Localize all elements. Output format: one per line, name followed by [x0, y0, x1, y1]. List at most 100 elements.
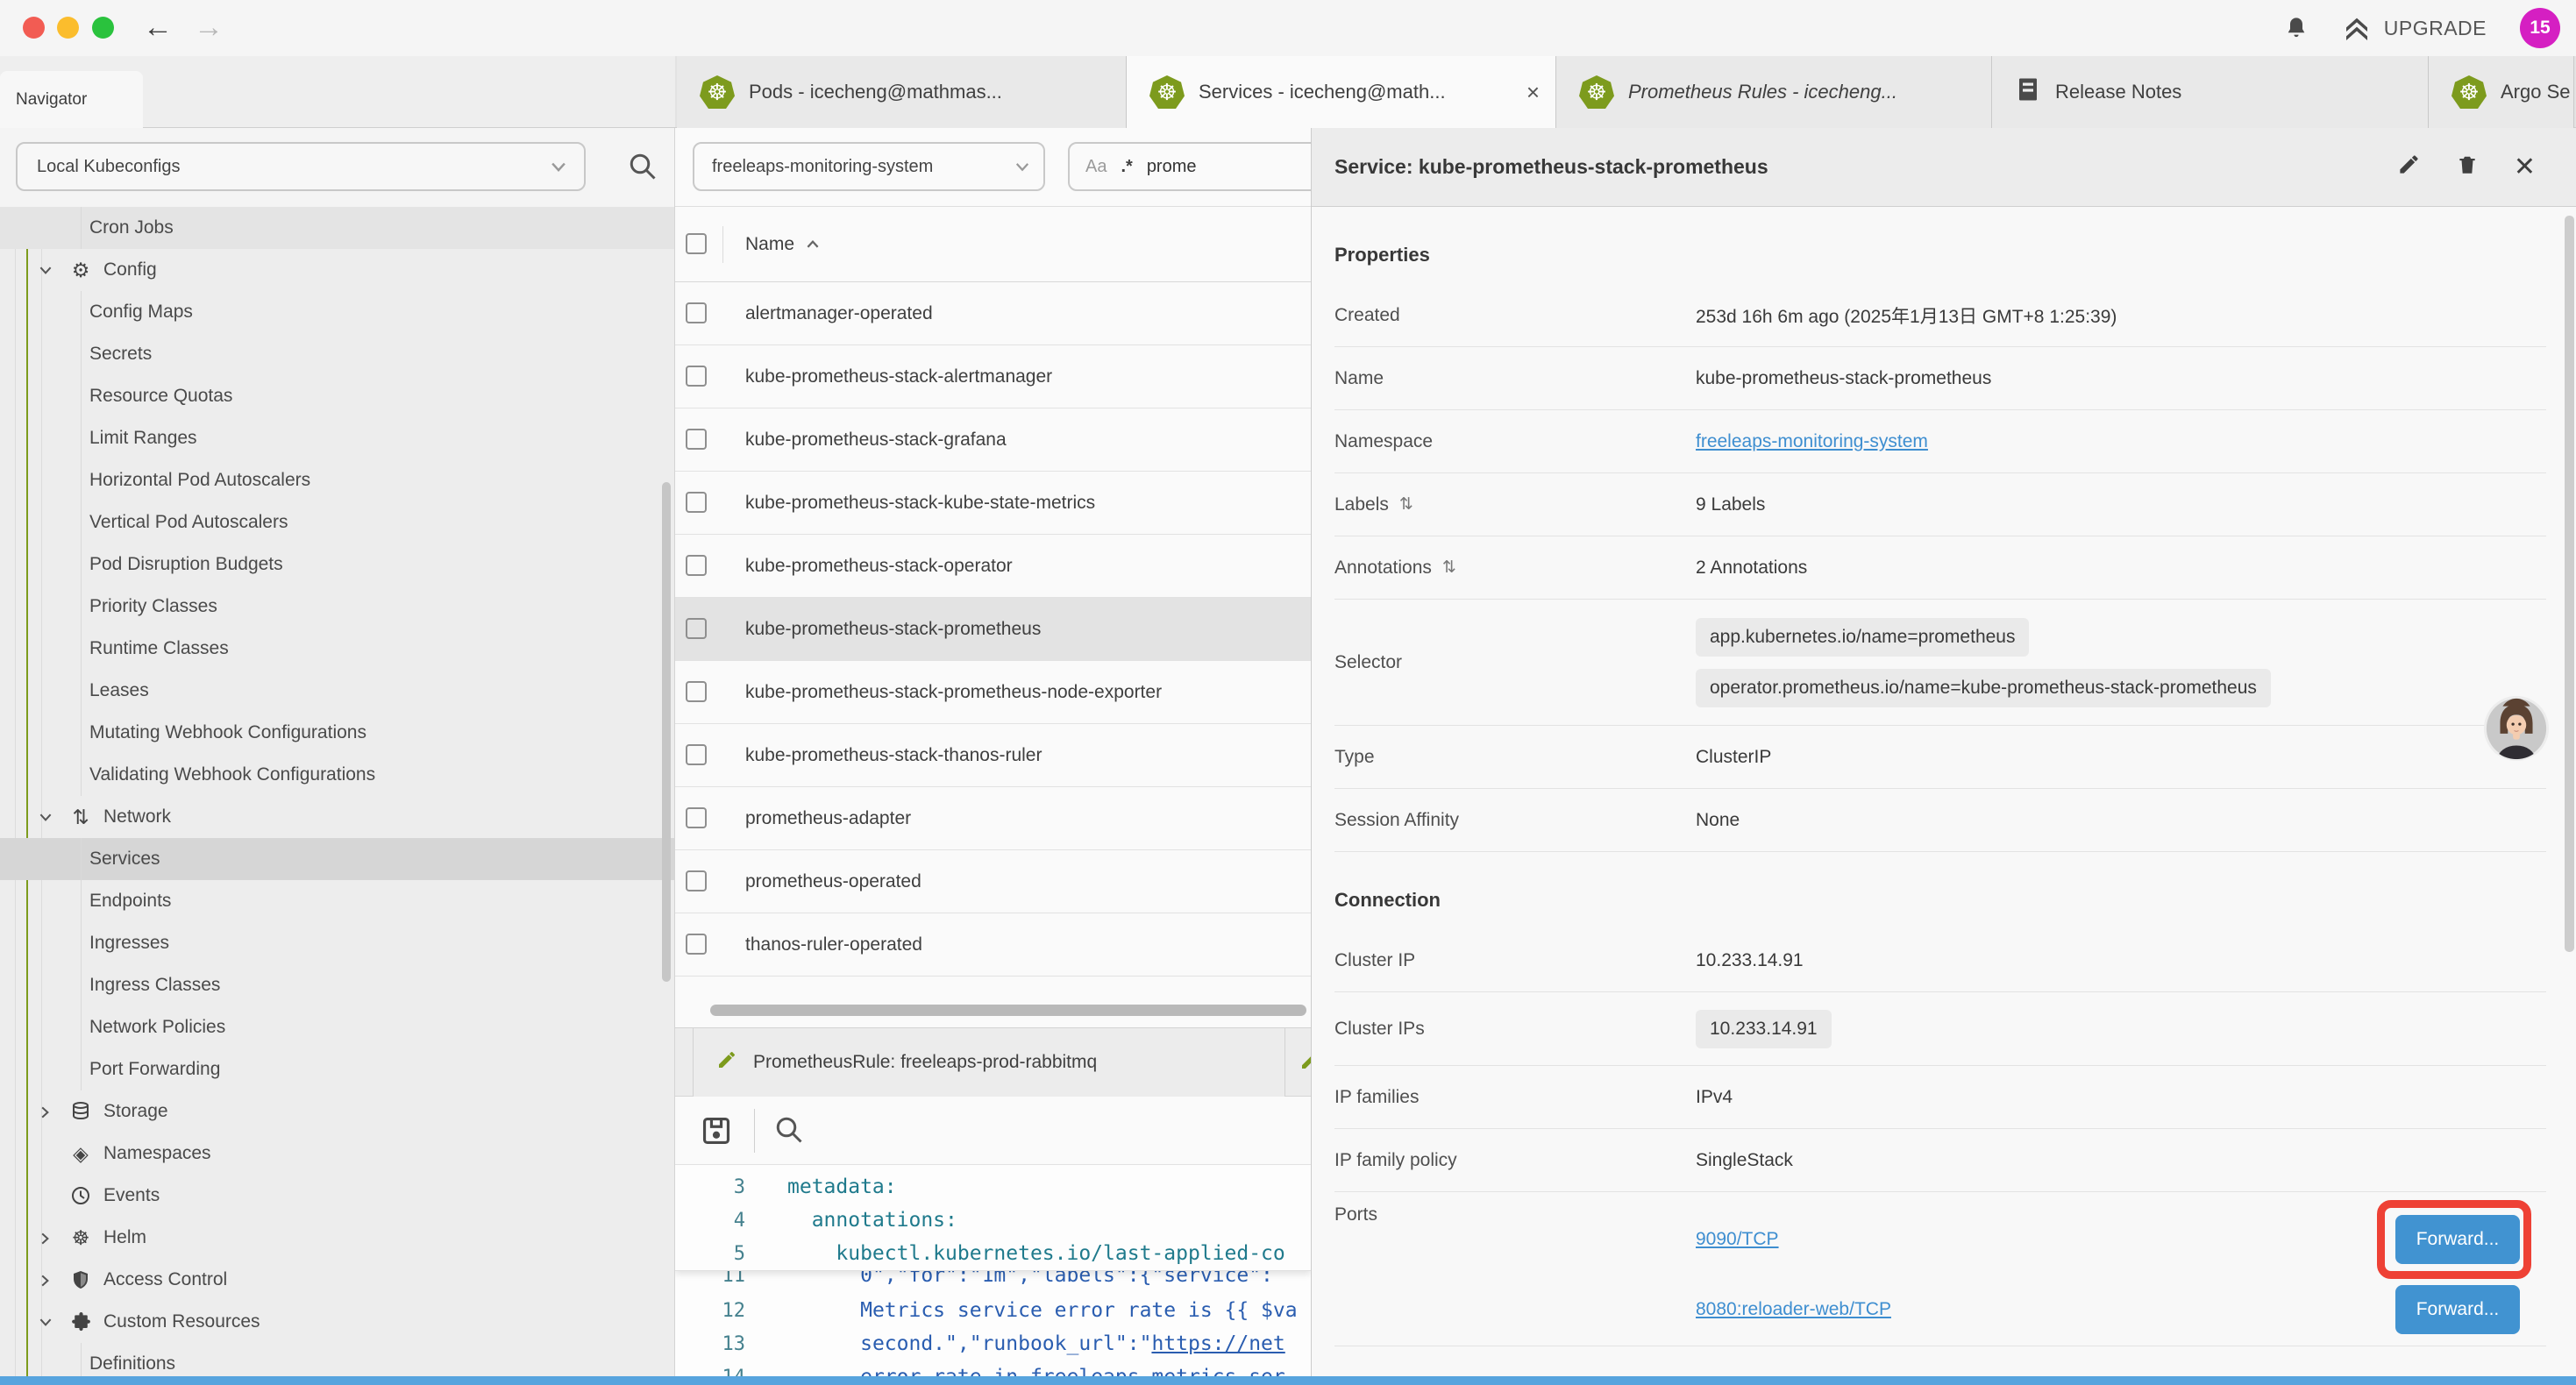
row-checkbox[interactable] — [686, 429, 707, 450]
table-search-input[interactable]: Aa .* prome — [1068, 142, 1311, 191]
sidebar-item-ingresses[interactable]: Ingresses — [0, 922, 674, 964]
sidebar-item-network[interactable]: ⇅Network — [0, 796, 674, 838]
row-checkbox[interactable] — [686, 618, 707, 639]
row-checkbox[interactable] — [686, 934, 707, 955]
sidebar-item-vertical-pod-autoscalers[interactable]: Vertical Pod Autoscalers — [0, 501, 674, 543]
sort-icon[interactable]: ⇅ — [1399, 494, 1413, 515]
sidebar-item-namespaces[interactable]: ◈Namespaces — [0, 1133, 674, 1175]
sidebar-item-label: Mutating Webhook Configurations — [0, 722, 366, 743]
zoom-window-button[interactable] — [92, 17, 114, 39]
notification-count-badge[interactable]: 15 — [2520, 8, 2560, 48]
row-checkbox[interactable] — [686, 870, 707, 891]
sidebar-item-ingress-classes[interactable]: Ingress Classes — [0, 964, 674, 1006]
table-row-alertmanager-operated[interactable]: alertmanager-operated — [675, 282, 1311, 345]
chevron-down-icon[interactable] — [37, 1314, 54, 1330]
delete-icon[interactable] — [2456, 153, 2479, 182]
forward-button[interactable]: Forward... — [2395, 1285, 2520, 1334]
table-row-kube-prometheus-stack-prometheus-node-ex[interactable]: kube-prometheus-stack-prometheus-node-ex… — [675, 661, 1311, 724]
sidebar-item-mutating-webhook-configurations[interactable]: Mutating Webhook Configurations — [0, 712, 674, 754]
close-icon[interactable]: ✕ — [2514, 156, 2536, 179]
table-row-kube-prometheus-stack-thanos-ruler[interactable]: kube-prometheus-stack-thanos-ruler — [675, 724, 1311, 787]
chevron-right-icon[interactable] — [37, 1272, 53, 1289]
sidebar-item-access-control[interactable]: Access Control — [0, 1259, 674, 1301]
upgrade-button[interactable]: UPGRADE — [2342, 14, 2487, 42]
sidebar-item-endpoints[interactable]: Endpoints — [0, 880, 674, 922]
table-row-kube-prometheus-stack-prometheus[interactable]: kube-prometheus-stack-prometheus — [675, 598, 1311, 661]
kubernetes-icon: ☸ — [1579, 75, 1614, 109]
edit-icon[interactable] — [2397, 153, 2421, 181]
namespace-link[interactable]: freeleaps-monitoring-system — [1696, 431, 1928, 451]
sidebar-item-config[interactable]: ⚙Config — [0, 249, 674, 291]
horizontal-scrollbar[interactable] — [675, 1005, 1311, 1017]
sidebar-item-horizontal-pod-autoscalers[interactable]: Horizontal Pod Autoscalers — [0, 459, 674, 501]
port-link[interactable]: 9090/TCP — [1696, 1229, 1779, 1250]
save-icon[interactable] — [700, 1114, 733, 1152]
kubeconfig-selector[interactable]: Local Kubeconfigs — [16, 142, 586, 191]
table-row-kube-prometheus-stack-grafana[interactable]: kube-prometheus-stack-grafana — [675, 408, 1311, 472]
avatar[interactable] — [2482, 694, 2551, 763]
close-icon[interactable]: × — [1526, 79, 1540, 106]
sidebar-item-config-maps[interactable]: Config Maps — [0, 291, 674, 333]
sidebar-item-runtime-classes[interactable]: Runtime Classes — [0, 628, 674, 670]
row-checkbox[interactable] — [686, 366, 707, 387]
row-checkbox[interactable] — [686, 302, 707, 323]
sidebar-item-pod-disruption-budgets[interactable]: Pod Disruption Budgets — [0, 543, 674, 586]
sidebar-scrollbar[interactable] — [662, 482, 671, 982]
sidebar-item-validating-webhook-configurations[interactable]: Validating Webhook Configurations — [0, 754, 674, 796]
close-window-button[interactable] — [23, 17, 45, 39]
name-column-header[interactable]: Name — [745, 207, 821, 282]
bell-icon[interactable] — [2284, 15, 2309, 41]
sidebar-item-helm[interactable]: ☸Helm — [0, 1217, 674, 1259]
sidebar-item-services[interactable]: Services — [0, 838, 674, 880]
section-title-properties: Properties — [1334, 207, 2576, 284]
tab-argo-se[interactable]: ☸Argo Se — [2429, 56, 2574, 128]
row-checkbox[interactable] — [686, 681, 707, 702]
sidebar-item-limit-ranges[interactable]: Limit Ranges — [0, 417, 674, 459]
sidebar-item-network-policies[interactable]: Network Policies — [0, 1006, 674, 1048]
editor-search-icon[interactable] — [773, 1114, 805, 1150]
row-checkbox[interactable] — [686, 807, 707, 828]
table-row-prometheus-operated[interactable]: prometheus-operated — [675, 850, 1311, 913]
forward-button[interactable]: Forward... — [2395, 1215, 2520, 1264]
minimize-window-button[interactable] — [57, 17, 79, 39]
sidebar-item-leases[interactable]: Leases — [0, 670, 674, 712]
tab-release-notes[interactable]: Release Notes — [1992, 56, 2429, 128]
chevron-right-icon[interactable] — [37, 1104, 53, 1121]
sidebar-search-icon[interactable] — [627, 151, 658, 187]
sidebar-item-priority-classes[interactable]: Priority Classes — [0, 586, 674, 628]
chevron-down-icon[interactable] — [37, 262, 54, 278]
table-row-thanos-ruler-operated[interactable]: thanos-ruler-operated — [675, 913, 1311, 977]
sidebar-item-secrets[interactable]: Secrets — [0, 333, 674, 375]
sidebar-item-port-forwarding[interactable]: Port Forwarding — [0, 1048, 674, 1090]
yaml-editor[interactable]: 3metadata:4 annotations:5 kubectl.kubern… — [675, 1165, 1311, 1385]
port-link[interactable]: 8080:reloader-web/TCP — [1696, 1299, 1891, 1320]
table-row-prometheus-adapter[interactable]: prometheus-adapter — [675, 787, 1311, 850]
sidebar-item-storage[interactable]: Storage — [0, 1090, 674, 1133]
tab-prometheus-rules-icecheng[interactable]: ☸Prometheus Rules - icecheng... — [1556, 56, 1992, 128]
sort-icon[interactable]: ⇅ — [1442, 558, 1456, 578]
regex-icon[interactable]: .* — [1121, 157, 1132, 177]
match-case-icon[interactable]: Aa — [1085, 157, 1107, 177]
row-checkbox[interactable] — [686, 492, 707, 513]
table-row-kube-prometheus-stack-operator[interactable]: kube-prometheus-stack-operator — [675, 535, 1311, 598]
navigator-tab[interactable]: Navigator — [0, 71, 143, 128]
dock-tab-prometheusrule[interactable]: PrometheusRule: freeleaps-prod-rabbitmq — [693, 1028, 1285, 1097]
sidebar-item-events[interactable]: Events — [0, 1175, 674, 1217]
table-row-kube-prometheus-stack-alertmanager[interactable]: kube-prometheus-stack-alertmanager — [675, 345, 1311, 408]
row-checkbox[interactable] — [686, 744, 707, 765]
sidebar-item-resource-quotas[interactable]: Resource Quotas — [0, 375, 674, 417]
chevron-down-icon[interactable] — [37, 809, 54, 825]
sidebar-item-cron-jobs[interactable]: Cron Jobs — [0, 207, 674, 249]
forward-icon[interactable]: → — [191, 7, 226, 47]
table-row-kube-prometheus-stack-kube-state-metrics[interactable]: kube-prometheus-stack-kube-state-metrics — [675, 472, 1311, 535]
tab-pods-icecheng-mathmas[interactable]: ☸Pods - icecheng@mathmas... — [677, 56, 1127, 128]
detail-scrollbar[interactable] — [2565, 216, 2574, 952]
dock-tab-partial[interactable] — [1287, 1028, 1311, 1097]
back-icon[interactable]: ← — [140, 7, 175, 47]
chevron-right-icon[interactable] — [37, 1230, 53, 1247]
tab-services-icecheng-math[interactable]: ☸Services - icecheng@math...× — [1127, 56, 1556, 128]
row-checkbox[interactable] — [686, 555, 707, 576]
sidebar-item-custom-resources[interactable]: Custom Resources — [0, 1301, 674, 1343]
select-all-checkbox[interactable] — [686, 233, 707, 254]
namespace-filter-select[interactable]: freeleaps-monitoring-system — [693, 142, 1045, 191]
